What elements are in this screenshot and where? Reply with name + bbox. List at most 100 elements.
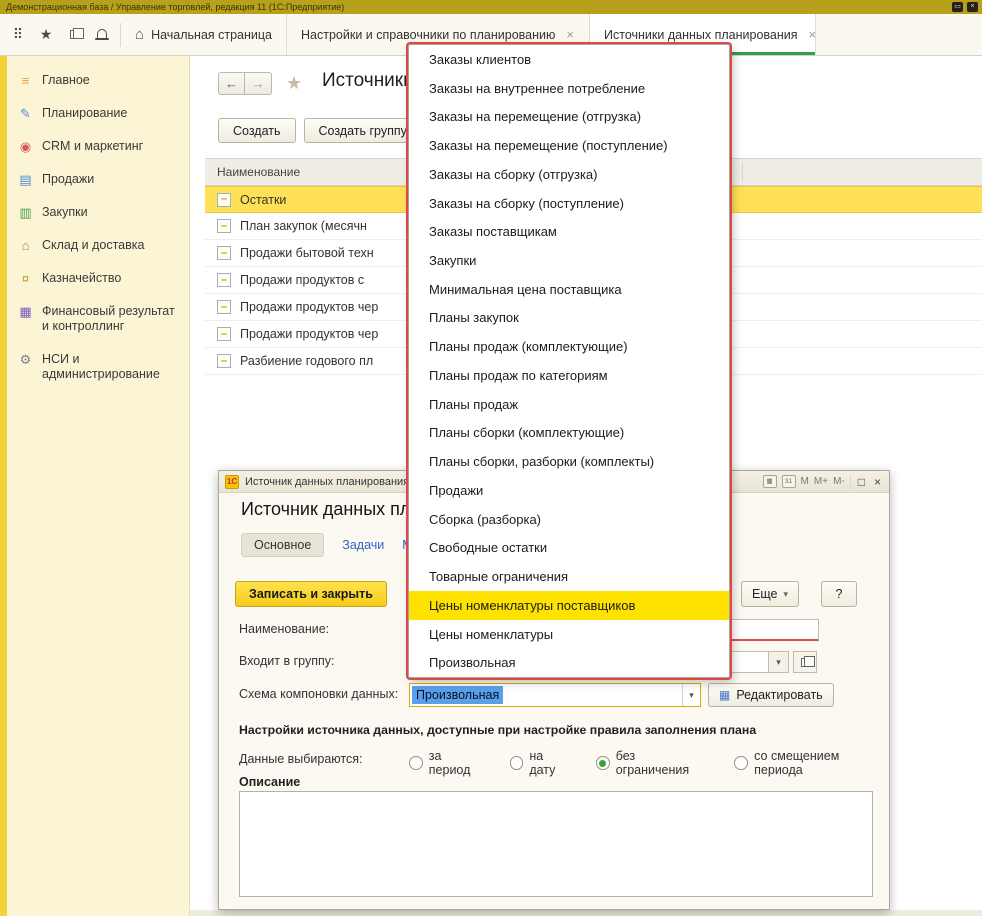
create-group-button[interactable]: Создать группу [304,118,422,143]
edit-scheme-button[interactable]: ▦ Редактировать [708,683,834,707]
dialog-tab-tasks[interactable]: Задачи [342,538,384,552]
dialog-tab-main[interactable]: Основное [241,533,324,557]
close-dialog-icon[interactable]: × [872,475,883,489]
favorite-star-icon[interactable]: ★ [286,73,302,94]
radio-bez-ogranicheniya[interactable]: без ограничения [596,749,710,777]
dropdown-option[interactable]: Товарные ограничения [409,562,729,591]
maximize-dialog-icon[interactable]: □ [856,475,867,489]
tab-close-icon[interactable]: × [809,27,817,42]
forward-button[interactable]: → [245,72,272,95]
app-window: Демонстрационная база / Управление торго… [0,0,982,916]
radio-so-smescheniem[interactable]: со смещением периода [734,749,889,777]
sidebar-item-purchases[interactable]: ▥ Закупки [0,196,189,229]
dropdown-option[interactable]: Планы продаж [409,390,729,419]
radio-na-datu[interactable]: на дату [510,749,572,777]
dropdown-option[interactable]: Заказы поставщикам [409,217,729,246]
window-controls: ▭ × [952,2,978,12]
dropdown-option[interactable]: Цены номенклатуры [409,620,729,649]
radio-circle-icon [734,756,748,770]
back-button[interactable]: ← [218,72,245,95]
scheme-dropdown-arrow-icon[interactable]: ▾ [682,684,700,706]
sidebar-item-warehouse[interactable]: ⌂ Склад и доставка [0,229,189,262]
row-label: Разбиение годового пл [240,354,373,368]
dropdown-option[interactable]: Планы сборки (комплектующие) [409,419,729,448]
calculator-icon[interactable]: ▦ [763,475,777,488]
close-window-icon[interactable]: × [967,2,978,12]
more-button[interactable]: Еще ▾ [741,581,799,607]
dropdown-option[interactable]: Заказы на внутреннее потребление [409,74,729,103]
sidebar-item-nsi-admin[interactable]: ⚙ НСИ и администрирование [0,343,189,391]
radio-za-period[interactable]: за период [409,749,486,777]
dropdown-option[interactable]: Планы сборки, разборки (комплекты) [409,447,729,476]
tab-home[interactable]: ⌂ Начальная страница [121,14,287,55]
history-copy-icon[interactable] [62,23,86,47]
name-label: Наименование: [239,622,329,636]
dropdown-option[interactable]: Минимальная цена поставщика [409,275,729,304]
dropdown-option[interactable]: Заказы клиентов [409,45,729,74]
radio-label: со смещением периода [754,749,889,777]
radio-label: на дату [529,749,572,777]
scheme-label: Схема компоновки данных: [239,687,398,701]
sidebar-item-label: Склад и доставка [42,238,144,253]
scheme-combobox[interactable]: Произвольная ▾ [409,683,701,707]
dash-icon [217,246,231,260]
sidebar-item-label: Финансовый результат и контроллинг [42,304,183,334]
dialog-window-buttons: ▦ 31 M M+ M- □ × [763,475,883,489]
radio-label: без ограничения [616,749,711,777]
data-select-radio-group: за период на дату без ограничения со сме… [409,749,889,777]
calendar-icon[interactable]: 31 [782,475,796,488]
dropdown-option[interactable]: Заказы на сборку (поступление) [409,189,729,218]
m-plus-button[interactable]: M+ [814,476,828,487]
notifications-bell-icon[interactable] [90,23,114,47]
description-textarea[interactable] [239,791,873,897]
dialog-title: Источник данных планирования: [245,476,412,488]
column-divider [742,162,743,182]
menu-grid-icon[interactable]: ⠿ [6,23,30,47]
status-strip [190,910,982,916]
tab-close-icon[interactable]: × [566,27,574,42]
sidebar-item-sales[interactable]: ▤ Продажи [0,163,189,196]
sidebar-item-crm[interactable]: ◉ CRM и маркетинг [0,130,189,163]
dash-icon [217,327,231,341]
m-minus-button[interactable]: M- [833,476,845,487]
dropdown-option-highlighted[interactable]: Цены номенклатуры поставщиков [409,591,729,620]
m-button[interactable]: M [801,476,809,487]
dropdown-option[interactable]: Свободные остатки [409,533,729,562]
dropdown-option[interactable]: Заказы на перемещение (поступление) [409,131,729,160]
save-and-close-button[interactable]: Записать и закрыть [235,581,387,607]
settings-section-header: Настройки источника данных, доступные пр… [239,723,756,737]
row-label: Продажи продуктов чер [240,300,378,314]
help-button[interactable]: ? [821,581,857,607]
copy-shape-icon [70,30,79,39]
group-dropdown-arrow-icon[interactable]: ▾ [769,651,789,673]
more-label: Еще [752,587,777,601]
financial-result-icon: ▦ [18,304,33,319]
dropdown-option[interactable]: Сборка (разборка) [409,505,729,534]
separator [850,475,851,489]
radio-circle-icon [596,756,610,770]
favorites-star-icon[interactable]: ★ [34,23,58,47]
group-open-button[interactable] [793,651,817,673]
sidebar-item-financial-result[interactable]: ▦ Финансовый результат и контроллинг [0,295,189,343]
dropdown-option[interactable]: Планы продаж (комплектующие) [409,332,729,361]
sidebar-item-label: Главное [42,73,90,88]
window-titlebar: Демонстрационная база / Управление торго… [0,0,982,14]
create-button[interactable]: Создать [218,118,296,143]
sidebar-item-main[interactable]: ≡ Главное [0,64,189,97]
data-select-label: Данные выбираются: [239,752,362,766]
minimize-window-icon[interactable]: ▭ [952,2,963,12]
sidebar-item-treasury[interactable]: ¤ Казначейство [0,262,189,295]
sidebar-item-planning[interactable]: ✎ Планирование [0,97,189,130]
home-icon: ⌂ [135,26,144,43]
1c-logo-icon: 1С [225,475,239,489]
chevron-down-icon: ▾ [783,589,788,600]
dropdown-option[interactable]: Закупки [409,246,729,275]
sidebar-item-label: НСИ и администрирование [42,352,183,382]
dropdown-option[interactable]: Заказы на сборку (отгрузка) [409,160,729,189]
dropdown-option[interactable]: Произвольная [409,648,729,677]
list-toolbar: Создать Создать группу [218,118,422,143]
dropdown-option[interactable]: Продажи [409,476,729,505]
dropdown-option[interactable]: Заказы на перемещение (отгрузка) [409,102,729,131]
dropdown-option[interactable]: Планы закупок [409,304,729,333]
dropdown-option[interactable]: Планы продаж по категориям [409,361,729,390]
